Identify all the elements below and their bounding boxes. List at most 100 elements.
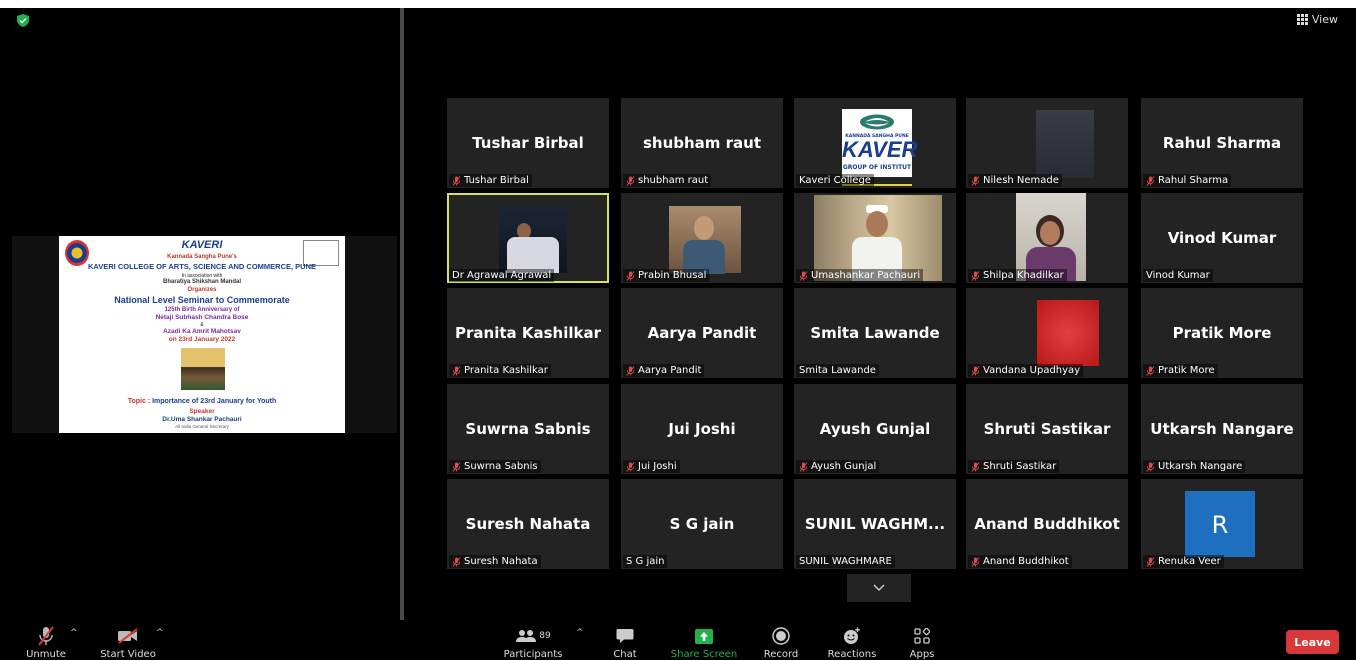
chat-button[interactable]: Chat (605, 620, 645, 660)
gallery-next-page-button[interactable] (847, 574, 911, 602)
participant-display-name: Anand Buddhikot (974, 515, 1120, 533)
participant-name-label: Suresh Nahata (449, 555, 541, 568)
participant-tile[interactable]: Nilesh Nemade (966, 98, 1128, 188)
avatar: R (1185, 491, 1255, 557)
participant-tile[interactable]: Pratik More Pratik More (1141, 288, 1303, 378)
slide-line: Netaji Subhash Chandra Bose (155, 314, 249, 321)
record-label: Record (763, 649, 799, 660)
participant-tile[interactable]: Umashankar Pachauri (794, 193, 956, 283)
participant-tile[interactable]: Shilpa Khadilkar (966, 193, 1128, 283)
participant-name-label: Pratik More (1143, 364, 1218, 377)
participant-tile[interactable]: Ayush Gunjal Ayush Gunjal (794, 384, 956, 474)
participant-tile[interactable]: Suwrna Sabnis Suwrna Sabnis (447, 384, 609, 474)
start-video-button[interactable]: Start Video (98, 620, 158, 660)
record-button[interactable]: Record (760, 620, 802, 660)
participant-tile[interactable]: Vinod Kumar Vinod Kumar (1141, 193, 1303, 283)
participant-name: Pratik More (1158, 365, 1215, 376)
participant-tile[interactable]: R Renuka Veer (1141, 479, 1303, 569)
top-border (0, 0, 1356, 8)
reactions-button[interactable]: Reactions (824, 620, 880, 660)
slide-line: Kannada Sangha Pune's (167, 254, 237, 260)
participant-tile[interactable]: Pranita Kashilkar Pranita Kashilkar (447, 288, 609, 378)
muted-mic-icon (971, 365, 980, 376)
speaker-video (499, 207, 567, 273)
meeting-toolbar: Unmute ^ Start Video ^ 89 Participants ^… (0, 620, 1356, 660)
participant-tile[interactable]: Suresh Nahata Suresh Nahata (447, 479, 609, 569)
participant-display-name: Rahul Sharma (1162, 134, 1282, 152)
reactions-icon (844, 627, 860, 644)
audio-options-caret[interactable]: ^ (70, 628, 78, 638)
leave-meeting-button[interactable]: Leave (1286, 630, 1339, 654)
participant-tile[interactable]: Anand Buddhikot Anand Buddhikot (966, 479, 1128, 569)
start-video-label: Start Video (100, 649, 156, 660)
participant-tile[interactable]: Prabin Bhusal (621, 193, 783, 283)
muted-mic-icon (799, 461, 808, 472)
share-screen-label: Share Screen (670, 649, 738, 660)
participant-display-name: Suresh Nahata (465, 515, 591, 533)
participant-display-name: Ayush Gunjal (819, 420, 931, 438)
participant-name-label: Shilpa Khadilkar (968, 269, 1067, 282)
participant-name-label: Utkarsh Nangare (1143, 460, 1246, 473)
participant-display-name: Utkarsh Nangare (1150, 420, 1294, 438)
participant-tile[interactable]: KANNADA SANGHA PUNE KAVER GROUP OF INSTITU… (794, 98, 956, 188)
participant-name: Tushar Birbal (464, 175, 529, 186)
apps-label: Apps (909, 649, 935, 660)
participant-name-label: Rahul Sharma (1143, 174, 1232, 187)
muted-mic-icon (626, 365, 635, 376)
participant-tile[interactable]: SUNIL WAGHM... SUNIL WAGHMARE (794, 479, 956, 569)
participant-display-name: Tushar Birbal (472, 134, 584, 152)
participant-tile[interactable]: Tushar Birbal Tushar Birbal (447, 98, 609, 188)
participant-tile[interactable]: Smita Lawande Smita Lawande (794, 288, 956, 378)
participant-display-name: Pratik More (1172, 324, 1272, 342)
participant-video (1016, 193, 1086, 281)
shield-icon[interactable] (17, 14, 29, 27)
participant-tile[interactable]: Dr Agrawal Agrawal (447, 193, 609, 283)
participant-name: Kaveri College (799, 175, 871, 186)
participant-name: Renuka Veer (1158, 556, 1221, 567)
view-label: View (1311, 13, 1338, 26)
participant-tile[interactable]: Aarya Pandit Aarya Pandit (621, 288, 783, 378)
slide-speaker: Dr.Uma Shankar Pachauri (162, 416, 242, 423)
share-screen-button[interactable]: Share Screen (668, 620, 740, 660)
participants-button[interactable]: 89 Participants (500, 620, 566, 660)
participant-tile[interactable]: Vandana Upadhyay (966, 288, 1128, 378)
video-options-caret[interactable]: ^ (156, 628, 164, 638)
muted-mic-icon (452, 556, 461, 567)
participant-tile[interactable]: shubham raut shubham raut (621, 98, 783, 188)
apps-button[interactable]: Apps (904, 620, 940, 660)
participant-display-name: Jui Joshi (668, 420, 736, 438)
participant-display-name: S G jain (669, 515, 735, 533)
muted-mic-icon (38, 626, 54, 646)
participant-name-label: Jui Joshi (623, 460, 680, 473)
panel-splitter[interactable] (400, 8, 404, 620)
participant-name: Vandana Upadhyay (983, 365, 1081, 376)
participant-name: Anand Buddhikot (983, 556, 1069, 567)
participants-options-caret[interactable]: ^ (576, 628, 584, 638)
participant-display-name: Pranita Kashilkar (455, 324, 601, 342)
unmute-button[interactable]: Unmute (22, 620, 70, 660)
participant-tile[interactable]: Utkarsh Nangare Utkarsh Nangare (1141, 384, 1303, 474)
participant-video (669, 206, 741, 274)
kaveri-swoosh-icon (860, 114, 894, 130)
participant-display-name: Suwrna Sabnis (465, 420, 591, 438)
avatar-initial: R (1211, 511, 1229, 539)
participant-name: Umashankar Pachauri (811, 270, 921, 281)
blurred-video (1036, 110, 1094, 178)
slide-line: on 23rd January 2022 (168, 336, 236, 343)
muted-mic-icon (971, 556, 980, 567)
participant-name-label: Pranita Kashilkar (449, 364, 551, 377)
slide-topic-label: Topic : (127, 398, 151, 405)
participant-tile[interactable]: S G jain S G jain (621, 479, 783, 569)
participant-tile[interactable]: Jui Joshi Jui Joshi (621, 384, 783, 474)
slide-line: Organizes (187, 287, 217, 293)
participant-tile[interactable]: Shruti Sastikar Shruti Sastikar (966, 384, 1128, 474)
slide-line: KAVERI COLLEGE OF ARTS, SCIENCE AND COMM… (87, 262, 317, 271)
view-button[interactable]: View (1296, 13, 1338, 26)
participant-name: Shilpa Khadilkar (983, 270, 1064, 281)
share-screen-icon (695, 628, 713, 644)
participant-name-label: Dr Agrawal Agrawal (449, 269, 555, 282)
participant-tile[interactable]: Rahul Sharma Rahul Sharma (1141, 98, 1303, 188)
participant-name: Nilesh Nemade (983, 175, 1059, 186)
participant-display-name: Aarya Pandit (647, 324, 757, 342)
participant-name: Rahul Sharma (1158, 175, 1229, 186)
